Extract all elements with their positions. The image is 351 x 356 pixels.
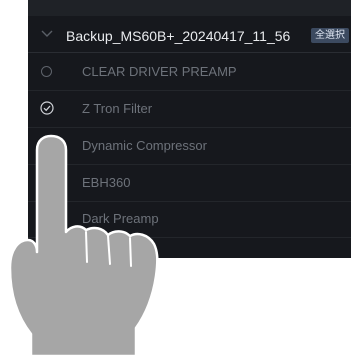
item-label: Dynamic Compressor <box>82 138 207 153</box>
preset-list-panel: Backup_MS60B+_20240417_11_56 全選択 CLEAR D… <box>28 0 351 258</box>
check-circle-icon[interactable] <box>40 101 54 115</box>
chevron-down-icon[interactable] <box>41 28 53 38</box>
item-label: Z Tron Filter <box>82 101 153 116</box>
backup-group-header[interactable]: Backup_MS60B+_20240417_11_56 全選択 <box>28 19 351 53</box>
top-bar <box>28 0 351 16</box>
item-label: EBH360 <box>82 175 131 190</box>
list-item[interactable]: Z Tron Filter <box>28 91 351 128</box>
item-label: Dark Preamp <box>82 211 159 226</box>
list-item[interactable]: Dark Preamp <box>28 201 351 238</box>
list-item[interactable]: CLEAR DRIVER PREAMP <box>28 54 351 91</box>
list-item[interactable]: Dynamic Compressor <box>28 128 351 165</box>
list-item[interactable]: B <box>28 238 351 258</box>
item-label: CLEAR DRIVER PREAMP <box>82 64 237 79</box>
select-all-button[interactable]: 全選択 <box>311 28 349 43</box>
backup-group-title: Backup_MS60B+_20240417_11_56 <box>66 28 291 44</box>
item-label: B <box>128 248 137 258</box>
list-item[interactable]: EBH360 <box>28 165 351 202</box>
radio-unchecked-icon[interactable] <box>41 66 52 77</box>
